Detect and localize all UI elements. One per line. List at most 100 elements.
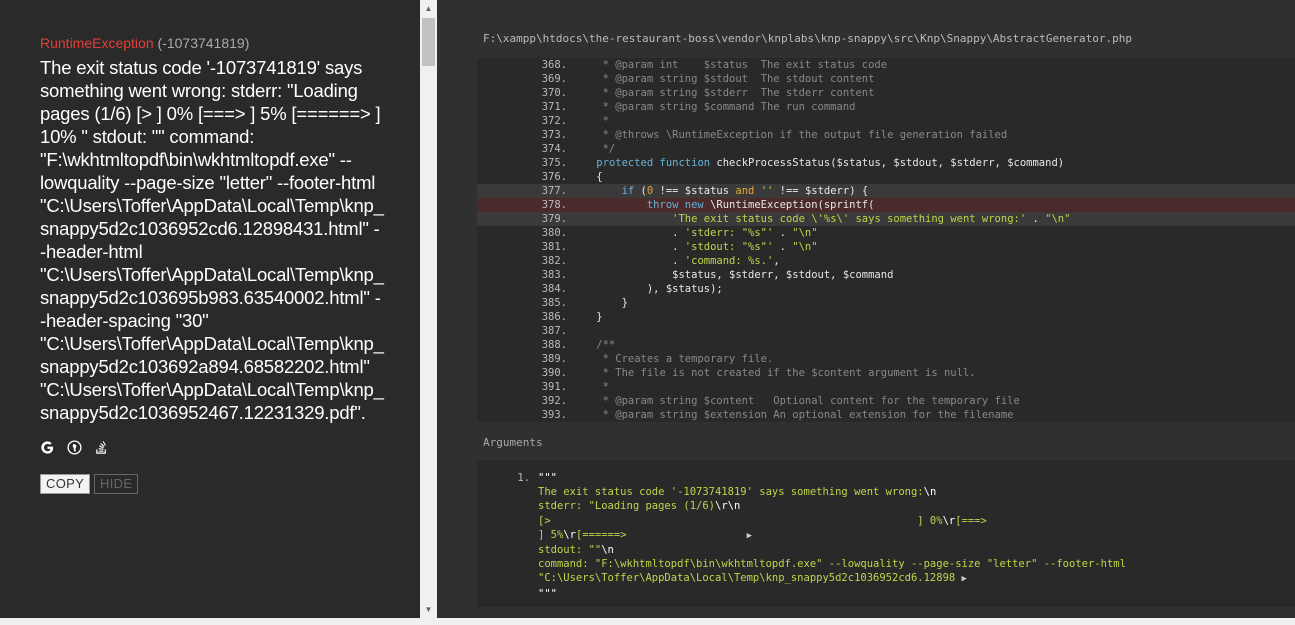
argument-line: The exit status code '-1073741819' says …	[477, 485, 1295, 499]
vertical-scrollbar[interactable]: ▲ ▼	[420, 0, 437, 618]
line-source: {	[569, 170, 1295, 184]
line-number: 384.	[541, 283, 567, 295]
code-token: checkProcessStatus($status, $stdout, $st…	[716, 157, 1065, 169]
stackoverflow-search-icon[interactable]	[94, 440, 109, 455]
code-line: 370. * @param string $stderr The stderr …	[477, 86, 1295, 100]
scroll-up-arrow-icon[interactable]: ▲	[420, 0, 437, 17]
code-line: 376. {	[477, 170, 1295, 184]
bottom-scroll-strip	[0, 618, 1295, 625]
argument-index	[477, 571, 538, 586]
code-token: \RuntimeException(sprintf(	[710, 199, 875, 211]
code-token: 'stdout: "%s"'	[684, 241, 774, 253]
line-source: }	[569, 296, 1295, 310]
argument-value: The exit status code '-1073741819' says …	[538, 485, 1295, 499]
scrollbar-thumb[interactable]	[422, 18, 435, 66]
arguments-list: 1. """ The exit status code '-1073741819' …	[477, 460, 1295, 607]
argument-index	[477, 557, 538, 571]
code-line: 372. *	[477, 114, 1295, 128]
code-token: }	[571, 297, 628, 309]
argument-value: stdout: ""\n	[538, 543, 1295, 557]
search-links	[40, 438, 385, 456]
line-source: * @param string $extension An optional e…	[569, 408, 1295, 422]
argument-index	[477, 485, 538, 499]
code-token: $status, $stderr, $stdout, $command	[571, 269, 894, 281]
line-number: 370.	[541, 87, 567, 99]
code-line: 371. * @param string $command The run co…	[477, 100, 1295, 114]
argument-line: 1. """	[477, 471, 1295, 485]
argument-index	[477, 499, 538, 513]
code-line: 380. . 'stderr: "%s"' . "\n"	[477, 226, 1295, 240]
code-token: if	[621, 185, 641, 197]
line-source: * @param string $stderr The stderr conte…	[569, 86, 1295, 100]
line-source: }	[569, 310, 1295, 324]
arguments-title: Arguments	[483, 436, 543, 449]
code-token: *	[571, 381, 609, 393]
code-token: * @param string $stdout The stdout conte…	[571, 73, 875, 85]
code-token: !== $status	[653, 185, 736, 197]
argument-index	[477, 587, 538, 601]
file-path: F:\xampp\htdocs\the-restaurant-boss\vend…	[483, 32, 1133, 45]
code-line: 375. protected function checkProcessStat…	[477, 156, 1295, 170]
argument-value: ] 5%\r[======> ▶	[538, 528, 1295, 543]
argument-text: [> ] 0%	[538, 514, 943, 527]
code-line: 383. $status, $stderr, $stdout, $command	[477, 268, 1295, 282]
line-source: ), $status);	[569, 282, 1295, 296]
expand-toggle-icon[interactable]: ▶	[747, 531, 752, 541]
line-number: 390.	[541, 367, 567, 379]
code-line: 388. /**	[477, 338, 1295, 352]
code-line: 393. * @param string $extension An optio…	[477, 408, 1295, 422]
exception-code: (-1073741819)	[157, 35, 250, 51]
hide-button[interactable]: HIDE	[94, 474, 139, 494]
argument-text: The exit status code '-1073741819' says …	[538, 486, 924, 499]
copy-button[interactable]: COPY	[40, 474, 91, 494]
line-number: 372.	[541, 115, 567, 127]
argument-text: \n	[923, 486, 937, 499]
code-token: * @param string $extension An optional e…	[571, 409, 1014, 421]
code-token: ,	[773, 255, 780, 267]
code-token: .	[773, 241, 793, 253]
google-search-icon[interactable]	[40, 440, 55, 455]
argument-value: """	[538, 471, 1295, 485]
line-number: 388.	[541, 339, 567, 351]
code-token: .	[571, 255, 685, 267]
line-number: 374.	[541, 143, 567, 155]
line-number: 377.	[541, 185, 567, 197]
duckduckgo-search-icon[interactable]	[67, 439, 82, 455]
line-source: 'The exit status code \'%s\' says someth…	[569, 212, 1295, 226]
code-line: 386. }	[477, 310, 1295, 324]
line-number: 389.	[541, 353, 567, 365]
code-line: 389. * Creates a temporary file.	[477, 352, 1295, 366]
line-number: 385.	[541, 297, 567, 309]
scroll-down-arrow-icon[interactable]: ▼	[420, 601, 437, 618]
code-token: and	[735, 185, 761, 197]
argument-line: "C:\Users\Toffer\AppData\Local\Temp\knp_…	[477, 571, 1295, 586]
argument-index	[477, 543, 538, 557]
expand-toggle-icon[interactable]: ▶	[962, 574, 967, 584]
code-token: * The file is not created if the $conten…	[571, 367, 976, 379]
line-number: 381.	[541, 241, 567, 253]
argument-value: command: "F:\wkhtmltopdf\bin\wkhtmltopdf…	[538, 557, 1295, 571]
argument-text: ] 5%	[538, 528, 564, 541]
line-number: 382.	[541, 255, 567, 267]
line-source: */	[569, 142, 1295, 156]
argument-text: """	[538, 587, 557, 600]
line-source: protected function checkProcessStatus($s…	[569, 156, 1295, 170]
code-token: .	[1026, 213, 1046, 225]
line-source: *	[569, 114, 1295, 128]
line-source: * @throws \RuntimeException if the outpu…	[569, 128, 1295, 142]
argument-text: \n	[601, 544, 614, 557]
code-line: 390. * The file is not created if the $c…	[477, 366, 1295, 380]
code-token: .	[571, 241, 685, 253]
code-token: * @throws \RuntimeException if the outpu…	[571, 129, 1008, 141]
code-token: "\n"	[792, 241, 818, 253]
exception-summary: RuntimeException (-1073741819) The exit …	[40, 34, 385, 494]
code-token: * Creates a temporary file.	[571, 353, 774, 365]
argument-value: "C:\Users\Toffer\AppData\Local\Temp\knp_…	[538, 571, 1295, 586]
line-number: 379.	[541, 213, 567, 225]
line-source: * @param string $command The run command	[569, 100, 1295, 114]
line-number: 369.	[541, 73, 567, 85]
exception-header: RuntimeException (-1073741819)	[40, 34, 385, 52]
argument-text: stderr: "Loading pages (1/6)	[538, 500, 716, 513]
